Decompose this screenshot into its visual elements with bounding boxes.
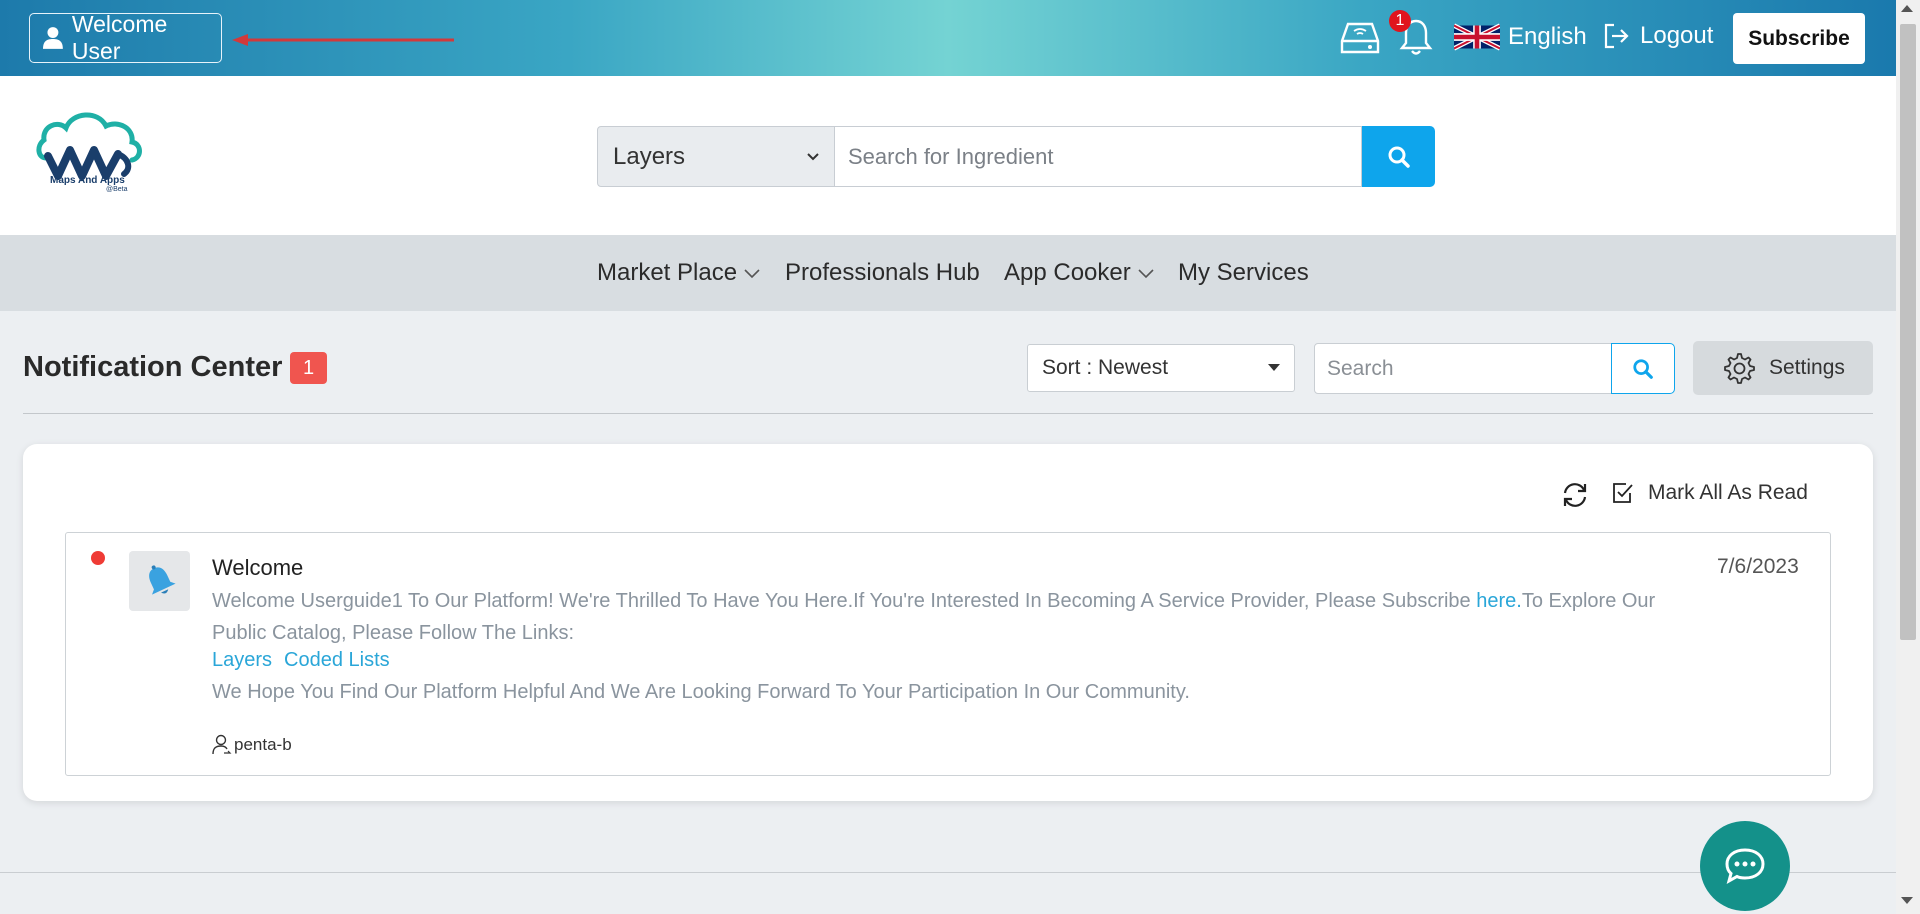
scroll-up-arrow-icon[interactable] bbox=[1901, 5, 1913, 12]
search-icon bbox=[1388, 146, 1410, 168]
nav-item-label: Professionals Hub bbox=[785, 259, 980, 286]
logo-beta-label: @Beta bbox=[106, 186, 128, 193]
user-icon bbox=[42, 27, 63, 49]
subscribe-here-link[interactable]: here. bbox=[1476, 590, 1522, 612]
welcome-user-label: Welcome User bbox=[71, 11, 168, 64]
language-selector[interactable]: English bbox=[1454, 22, 1587, 52]
search-category-value: Layers bbox=[613, 142, 686, 170]
nav-item-label: Market Place bbox=[597, 259, 738, 286]
notification-title: Welcome bbox=[212, 555, 304, 580]
logout-label: Logout bbox=[1640, 22, 1714, 49]
nav-item-label: App Cooker bbox=[1004, 259, 1131, 286]
ingredient-search-input[interactable]: Search for Ingredient bbox=[835, 126, 1362, 187]
chevron-down-icon bbox=[1138, 269, 1154, 279]
divider bbox=[23, 413, 1873, 414]
notification-body: Welcome Userguide1 To Our Platform! We'r… bbox=[212, 586, 1712, 649]
sort-value: Sort : Newest bbox=[1042, 356, 1169, 379]
sort-select[interactable]: Sort : Newest bbox=[1027, 344, 1295, 392]
mark-all-read-button[interactable]: Mark All As Read bbox=[1612, 481, 1808, 505]
catalog-links: Layers Coded Lists bbox=[212, 649, 390, 672]
gear-icon bbox=[1724, 353, 1755, 384]
welcome-user-button[interactable]: Welcome User bbox=[29, 11, 222, 64]
settings-button[interactable]: Settings bbox=[1693, 341, 1873, 395]
annotation-arrow-icon bbox=[232, 34, 454, 46]
chevron-down-icon bbox=[744, 269, 760, 279]
notification-type-icon bbox=[129, 551, 190, 611]
bell-icon bbox=[148, 565, 176, 595]
search-icon bbox=[1633, 358, 1653, 379]
search-button[interactable] bbox=[1362, 126, 1435, 187]
notification-date: 7/6/2023 bbox=[1717, 555, 1799, 578]
caret-down-icon bbox=[1268, 364, 1280, 371]
search-category-select[interactable]: Layers bbox=[597, 126, 835, 187]
coded-lists-link[interactable]: Coded Lists bbox=[284, 649, 390, 672]
logout-icon bbox=[1604, 23, 1629, 49]
scrollbar-thumb[interactable] bbox=[1900, 24, 1916, 640]
nav-item-app-cooker[interactable]: App Cooker bbox=[1004, 259, 1155, 287]
chevron-down-icon bbox=[807, 152, 819, 160]
unread-indicator bbox=[91, 551, 105, 565]
settings-label: Settings bbox=[1769, 356, 1845, 379]
user-icon bbox=[212, 734, 232, 755]
page-title: Notification Center bbox=[23, 351, 283, 383]
nav-item-label: My Services bbox=[1178, 259, 1309, 286]
author-name: penta-b bbox=[234, 735, 292, 754]
unread-count-badge: 1 bbox=[290, 352, 327, 384]
main-nav: Market Place Professionals Hub App Cooke… bbox=[0, 235, 1896, 311]
ingredient-search: Layers Search for Ingredient bbox=[597, 126, 1435, 187]
notification-search-button[interactable] bbox=[1611, 343, 1675, 394]
logout-button[interactable]: Logout bbox=[1602, 22, 1713, 50]
layers-link[interactable]: Layers bbox=[212, 649, 272, 672]
notification-search-input[interactable]: Search bbox=[1314, 343, 1612, 394]
footer-divider bbox=[0, 872, 1896, 873]
subscribe-button[interactable]: Subscribe bbox=[1733, 13, 1865, 64]
notification-footer-text: We Hope You Find Our Platform Helpful An… bbox=[212, 681, 1190, 703]
mark-all-read-label: Mark All As Read bbox=[1648, 481, 1808, 504]
scroll-down-arrow-icon[interactable] bbox=[1901, 897, 1913, 904]
header: Maps And Apps @Beta Layers Search for In… bbox=[0, 76, 1896, 235]
nav-item-my-services[interactable]: My Services bbox=[1178, 259, 1309, 287]
language-label: English bbox=[1508, 23, 1587, 50]
nav-item-professionals-hub[interactable]: Professionals Hub bbox=[785, 259, 980, 287]
nav-item-market-place[interactable]: Market Place bbox=[597, 259, 761, 287]
logo-text: Maps And Apps bbox=[50, 175, 125, 186]
notification-author: penta-b bbox=[212, 734, 292, 756]
checkbox-check-icon bbox=[1613, 483, 1633, 503]
chat-bubble-icon bbox=[1725, 848, 1765, 885]
storage-icon[interactable] bbox=[1340, 21, 1380, 55]
notification-body-text: Welcome Userguide1 To Our Platform! We'r… bbox=[212, 590, 1477, 612]
refresh-icon[interactable] bbox=[1560, 480, 1590, 510]
top-bar: Welcome User 1 English Logout Subscribe bbox=[0, 0, 1896, 76]
chat-button[interactable] bbox=[1700, 821, 1790, 911]
notification-count-badge: 1 bbox=[1389, 10, 1411, 32]
uk-flag-icon bbox=[1454, 23, 1500, 51]
